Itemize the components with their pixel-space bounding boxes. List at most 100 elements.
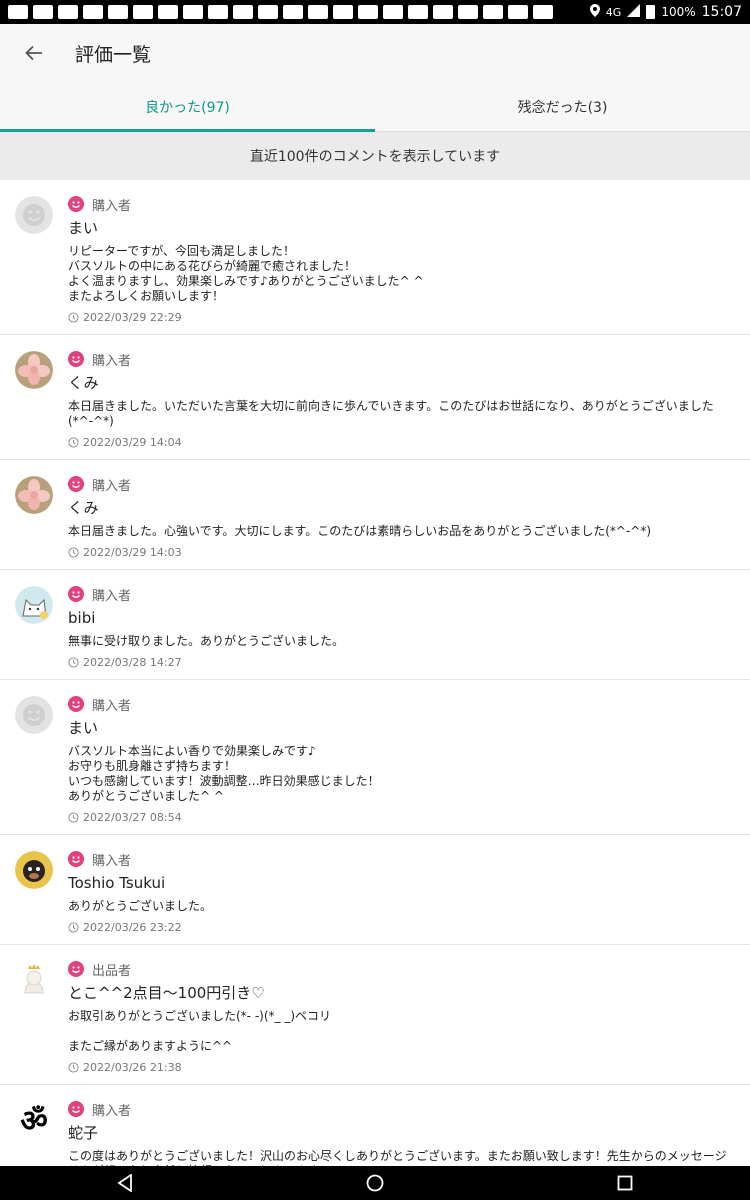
sanskrit-avatar[interactable]: ॐ xyxy=(15,1101,53,1139)
review-date: 2022/03/29 22:29 xyxy=(68,310,750,325)
reviewer-role-label: 購入者 xyxy=(92,1103,132,1119)
review-item[interactable]: 購入者くみ本日届きました。いただいた言葉を大切に前向きに歩んでいきます。このたび… xyxy=(0,335,750,460)
smile-icon xyxy=(68,476,84,492)
review-date-text: 2022/03/27 08:54 xyxy=(83,811,182,824)
notification-icon xyxy=(483,5,503,19)
clock-icon xyxy=(68,437,79,448)
review-comment: リピーターですが、今回も満足しました！ バスソルトの中にある花びらが綺麗で癒され… xyxy=(68,244,424,303)
notification-icons xyxy=(8,5,590,19)
tab-bar: 良かった(97) 残念だった(3) xyxy=(0,82,750,132)
default-avatar[interactable] xyxy=(15,196,53,234)
notification-icon xyxy=(508,5,528,19)
location-icon xyxy=(589,4,600,20)
reviewer-name[interactable]: とこ^^2点目〜100円引き♡ xyxy=(68,982,750,1004)
flower-avatar[interactable] xyxy=(15,476,53,514)
reviewer-role-label: 購入者 xyxy=(92,698,132,714)
notification-icon xyxy=(308,5,328,19)
reviewer-role-label: 購入者 xyxy=(92,198,132,214)
review-date-text: 2022/03/29 14:03 xyxy=(83,546,182,559)
reviewer-role-label: 出品者 xyxy=(92,963,132,979)
reviewer-role: 購入者 xyxy=(68,1098,750,1120)
nav-recents-icon xyxy=(617,1175,633,1191)
smile-icon xyxy=(68,196,84,212)
review-date-text: 2022/03/26 23:22 xyxy=(83,921,182,934)
review-comment: 本日届きました。いただいた言葉を大切に前向きに歩んでいきます。このたびはお世話に… xyxy=(68,399,714,428)
review-date: 2022/03/26 23:22 xyxy=(68,920,750,935)
reviewer-name[interactable]: bibi xyxy=(68,607,750,629)
reviewer-name[interactable]: くみ xyxy=(68,497,750,519)
reviewer-role-label: 購入者 xyxy=(92,353,132,369)
review-date: 2022/03/29 14:04 xyxy=(68,435,750,450)
reviewer-role-label: 購入者 xyxy=(92,853,132,869)
reviewer-name[interactable]: Toshio Tsukui xyxy=(68,872,750,894)
notification-icon xyxy=(208,5,228,19)
reviewer-role: 購入者 xyxy=(68,348,750,370)
comment-notice: 直近100件のコメントを表示しています xyxy=(0,132,750,180)
notification-icon xyxy=(8,5,28,19)
battery-icon xyxy=(646,5,656,19)
notification-icon xyxy=(383,5,403,19)
reviewer-role: 購入者 xyxy=(68,693,750,715)
notification-icon xyxy=(458,5,478,19)
nav-home-button[interactable] xyxy=(358,1166,392,1200)
reviewer-name[interactable]: まい xyxy=(68,217,750,239)
tab-good[interactable]: 良かった(97) xyxy=(0,82,375,132)
network-type: 4G xyxy=(605,5,622,19)
dog-avatar[interactable] xyxy=(15,851,53,889)
signal-icon xyxy=(627,4,641,20)
smile-icon xyxy=(68,586,84,602)
notification-icon xyxy=(33,5,53,19)
nav-back-icon xyxy=(117,1174,132,1192)
clock-icon xyxy=(68,657,79,668)
clock-icon xyxy=(68,812,79,823)
notification-icon xyxy=(183,5,203,19)
page-title: 評価一覧 xyxy=(75,43,152,66)
review-item[interactable]: 購入者まいバスソルト本当によい香りで効果楽しみです♪ お守りも肌身離さず持ちます… xyxy=(0,680,750,835)
review-date-text: 2022/03/29 14:04 xyxy=(83,436,182,449)
default-avatar[interactable] xyxy=(15,696,53,734)
smile-icon xyxy=(68,351,84,367)
reviewer-role: 購入者 xyxy=(68,848,750,870)
review-list[interactable]: 購入者 まい リピーターですが、今回も満足しました！ バスソルトの中にある花びらが綺… xyxy=(0,180,750,1166)
notification-icon xyxy=(258,5,278,19)
white-cat-avatar[interactable] xyxy=(15,961,53,999)
reviewer-name[interactable]: くみ xyxy=(68,372,750,394)
review-date: 2022/03/29 14:03 xyxy=(68,545,750,560)
clock-time: 15:07 xyxy=(701,4,742,20)
review-item[interactable]: ॐ 購入者蛇子この度はありがとうございました！沢山のお心尽くしありがとうございます… xyxy=(0,1085,750,1166)
notification-icon xyxy=(283,5,303,19)
smile-icon xyxy=(68,1101,84,1117)
review-item[interactable]: 購入者 bibi 無事に受け取りました。ありがとうございました。 2022/03/28… xyxy=(0,570,750,680)
review-item[interactable]: 購入者 くみ 本日届きました。心強いです。大切にします。このたびは素晴らしいお品をあ… xyxy=(0,460,750,570)
notification-icon xyxy=(108,5,128,19)
reviewer-role: 出品者 xyxy=(68,958,750,980)
review-item[interactable]: 出品者 とこ^^2点目〜100円引き♡ お取引ありがとうございました(*- -)(*… xyxy=(0,945,750,1085)
notification-icon xyxy=(233,5,253,19)
navigation-bar xyxy=(0,1166,750,1200)
reviewer-name[interactable]: まい xyxy=(68,717,750,739)
notification-icon xyxy=(158,5,178,19)
svg-text:ॐ: ॐ xyxy=(20,1104,47,1139)
battery-level: 100% xyxy=(661,5,696,19)
smile-icon xyxy=(68,696,84,712)
clock-icon xyxy=(68,312,79,323)
review-comment: バスソルト本当によい香りで効果楽しみです♪ お守りも肌身離さず持ちます！ いつも… xyxy=(68,744,380,803)
review-comment: この度はありがとうございました！沢山のお心尽くしありがとうございます。またお願い… xyxy=(68,1149,727,1166)
notification-icon xyxy=(333,5,353,19)
reviewer-role: 購入者 xyxy=(68,583,750,605)
reviewer-name[interactable]: 蛇子 xyxy=(68,1122,750,1144)
review-item[interactable]: 購入者まいリピーターですが、今回も満足しました！ バスソルトの中にある花びらが綺… xyxy=(0,180,750,335)
reviewer-role-label: 購入者 xyxy=(92,478,132,494)
clock-icon xyxy=(68,547,79,558)
review-comment: 無事に受け取りました。ありがとうございました。 xyxy=(68,634,345,648)
tab-bad[interactable]: 残念だった(3) xyxy=(375,82,750,131)
flower-avatar[interactable] xyxy=(15,351,53,389)
back-button[interactable] xyxy=(19,38,49,68)
nav-recents-button[interactable] xyxy=(608,1166,642,1200)
back-arrow-icon xyxy=(25,45,42,61)
clock-icon xyxy=(68,1062,79,1073)
nav-back-button[interactable] xyxy=(108,1166,142,1200)
review-item[interactable]: 購入者 Toshio Tsukui ありがとうございました。 2022/03/26 2… xyxy=(0,835,750,945)
notification-icon xyxy=(83,5,103,19)
cat-avatar[interactable] xyxy=(15,586,53,624)
